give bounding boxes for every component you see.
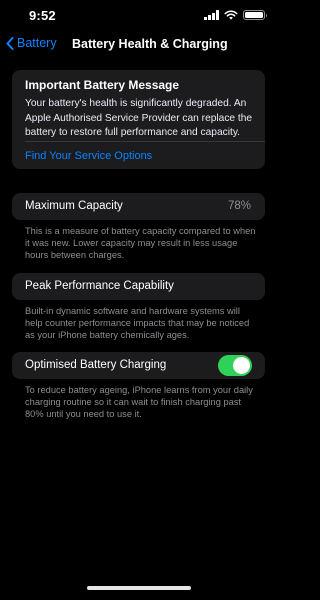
- optimised-charging-row: Optimised Battery Charging: [12, 352, 265, 379]
- status-bar: 9:52: [0, 0, 277, 32]
- optimised-charging-description: To reduce battery ageing, iPhone learns …: [25, 385, 253, 420]
- message-title: Important Battery Message: [25, 78, 180, 92]
- chevron-left-icon: [6, 36, 14, 50]
- battery-icon: [243, 10, 267, 20]
- optimised-charging-label: Optimised Battery Charging: [25, 359, 167, 371]
- status-time: 9:52: [29, 8, 56, 23]
- toggle-knob: [233, 357, 250, 374]
- maximum-capacity-value: 78%: [227, 200, 251, 212]
- navigation-bar: Battery Battery Health & Charging: [0, 33, 277, 57]
- page-title: Battery Health & Charging: [72, 37, 228, 51]
- peak-performance-description: Built-in dynamic software and hardware s…: [25, 306, 250, 341]
- peak-performance-label: Peak Performance Capability: [25, 280, 174, 292]
- back-label: Battery: [17, 36, 57, 50]
- home-indicator[interactable]: [87, 586, 191, 590]
- optimised-charging-toggle[interactable]: [218, 355, 252, 376]
- divider: [25, 141, 265, 142]
- maximum-capacity-description: This is a measure of battery capacity co…: [25, 226, 256, 261]
- signal-icon: [204, 10, 219, 20]
- maximum-capacity-label: Maximum Capacity: [25, 200, 123, 212]
- wifi-icon: [224, 10, 238, 20]
- find-service-options-link[interactable]: Find Your Service Options: [25, 150, 152, 162]
- message-body: Your battery's health is significantly d…: [25, 98, 253, 138]
- peak-performance-row: Peak Performance Capability: [12, 273, 265, 300]
- back-button[interactable]: Battery: [6, 36, 57, 50]
- battery-message-card: Important Battery Message Your battery's…: [12, 70, 265, 169]
- maximum-capacity-row: Maximum Capacity 78%: [12, 193, 265, 220]
- status-icons: [204, 10, 267, 20]
